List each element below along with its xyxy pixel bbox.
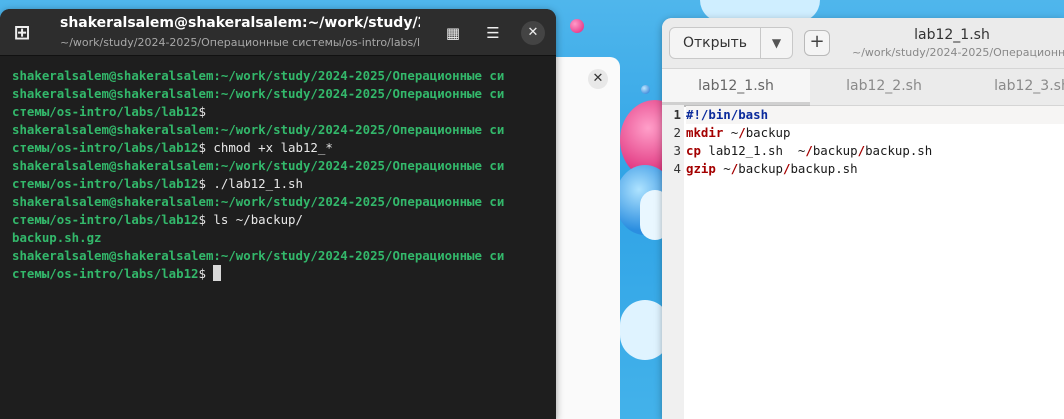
new-document-icon[interactable]: +: [804, 30, 830, 56]
terminal-header: ⊞ shakeralsalem@shakeralsalem:~/work/stu…: [0, 9, 556, 56]
terminal-title: shakeralsalem@shakeralsalem:~/work/study…: [60, 15, 420, 31]
editor-tabs: lab12_1.sh lab12_2.sh lab12_3.sh: [662, 69, 1064, 107]
open-button-label[interactable]: Открыть: [670, 28, 761, 58]
line-number: 2: [673, 125, 681, 140]
grid-view-icon[interactable]: ▦: [441, 21, 465, 45]
terminal-window[interactable]: ⊞ shakeralsalem@shakeralsalem:~/work/stu…: [0, 9, 556, 419]
text-editor-window[interactable]: Открыть ▼ + lab12_1.sh ~/work/study/2024…: [662, 18, 1064, 419]
terminal-line: shakeralsalem@shakeralsalem:~/work/study…: [12, 194, 505, 209]
terminal-line: shakeralsalem@shakeralsalem:~/work/study…: [12, 68, 505, 83]
code-line: cp lab12_1.sh ~/backup/backup.sh: [686, 143, 933, 158]
code-line: #!/bin/bash: [686, 106, 1064, 124]
code-area[interactable]: 1 2 3 4 #!/bin/bash mkdir ~/backup cp lab1…: [662, 105, 1064, 419]
terminal-line: стемы/os-intro/labs/lab12$ chmod +x lab1…: [12, 140, 333, 155]
code-line: gzip ~/backup/backup.sh: [686, 161, 858, 176]
new-tab-icon[interactable]: ⊞: [10, 21, 34, 45]
line-number: 4: [673, 161, 681, 176]
wallpaper-bubble: [570, 19, 584, 33]
tab-lab12-3[interactable]: lab12_3.sh: [958, 69, 1064, 105]
open-button[interactable]: Открыть ▼: [669, 27, 793, 59]
terminal-line: shakeralsalem@shakeralsalem:~/work/study…: [12, 122, 505, 137]
code-line: mkdir ~/backup: [686, 125, 791, 140]
chevron-down-icon[interactable]: ▼: [761, 28, 792, 58]
terminal-line: shakeralsalem@shakeralsalem:~/work/study…: [12, 158, 505, 173]
menu-icon[interactable]: ☰: [481, 21, 505, 45]
terminal-line: shakeralsalem@shakeralsalem:~/work/study…: [12, 248, 505, 263]
background-window[interactable]: ✕: [548, 57, 620, 419]
wallpaper-bubble: [641, 85, 650, 94]
terminal-line: backup.sh.gz: [12, 230, 102, 245]
terminal-output[interactable]: shakeralsalem@shakeralsalem:~/work/study…: [0, 56, 556, 283]
editor-header: Открыть ▼ + lab12_1.sh ~/work/study/2024…: [662, 18, 1064, 69]
editor-subtitle: ~/work/study/2024-2025/Операционные сист…: [852, 46, 1064, 59]
terminal-cursor: [213, 265, 222, 281]
tab-lab12-2[interactable]: lab12_2.sh: [810, 69, 958, 105]
editor-title: lab12_1.sh: [914, 27, 990, 43]
line-number: 3: [673, 143, 681, 158]
terminal-line: стемы/os-intro/labs/lab12$ ./lab12_1.sh: [12, 176, 303, 191]
close-icon[interactable]: ✕: [588, 69, 608, 89]
close-icon[interactable]: ✕: [521, 21, 545, 45]
terminal-line: стемы/os-intro/labs/lab12$ ls ~/backup/: [12, 212, 303, 227]
tab-lab12-1[interactable]: lab12_1.sh: [662, 69, 810, 107]
terminal-line: стемы/os-intro/labs/lab12$: [12, 104, 206, 119]
terminal-line: shakeralsalem@shakeralsalem:~/work/study…: [12, 86, 505, 101]
code-lines[interactable]: #!/bin/bash mkdir ~/backup cp lab12_1.sh ~…: [684, 105, 1064, 419]
line-number-gutter: 1 2 3 4: [662, 105, 684, 419]
terminal-line: стемы/os-intro/labs/lab12$: [12, 265, 556, 283]
line-number: 1: [673, 107, 681, 122]
terminal-subtitle: ~/work/study/2024-2025/Операционные сист…: [60, 36, 420, 49]
